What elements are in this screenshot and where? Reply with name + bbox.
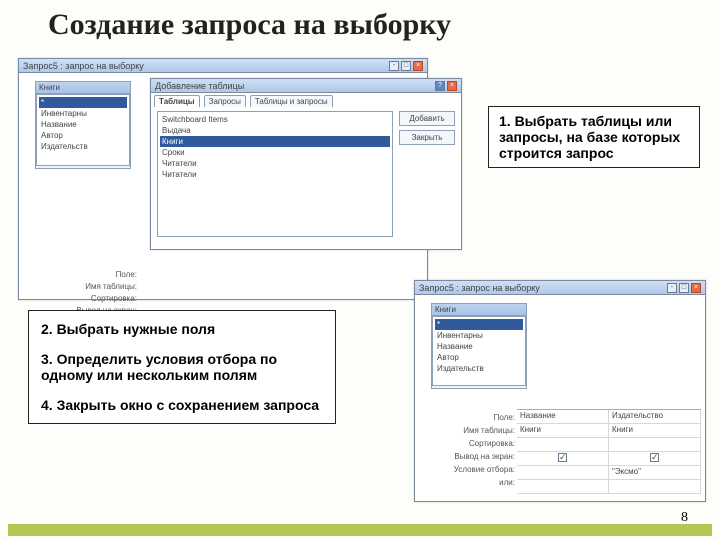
callout-steps-box: 2. Выбрать нужные поля 3. Определить усл… (28, 310, 336, 424)
bg-table-panel-title: Книги (36, 82, 130, 94)
minimize-icon[interactable]: ‐ (667, 283, 677, 293)
list-item[interactable]: Инвентарны (39, 108, 127, 119)
bg-window-title: Запрос5 : запрос на выборку (23, 61, 144, 71)
grid-cell[interactable] (517, 480, 609, 493)
grid-row-show[interactable] (517, 452, 701, 466)
fg-table-panel: Книги * Инвентарны Название Автор Издате… (431, 303, 527, 389)
grid-cell[interactable]: Издательство (609, 410, 701, 423)
query-window-foreground: Запрос5 : запрос на выборку ‐ □ × Книги … (414, 280, 706, 502)
dialog-list[interactable]: Switchboard Items Выдача Книги Сроки Чит… (157, 111, 393, 237)
list-item[interactable]: Издательств (435, 363, 523, 374)
add-button[interactable]: Добавить (399, 111, 455, 126)
callout-step3: 3. Определить условия отбора по одному и… (41, 351, 323, 383)
list-item[interactable]: Инвентарны (435, 330, 523, 341)
slide-title: Создание запроса на выборку (48, 8, 451, 42)
grid-cell[interactable]: Книги (609, 424, 701, 437)
close-icon[interactable]: × (413, 61, 423, 71)
grid-row-field[interactable]: Название Издательство (517, 410, 701, 424)
list-item[interactable]: Сроки (160, 147, 390, 158)
list-item[interactable]: * (435, 319, 523, 330)
grid-cell[interactable] (609, 452, 701, 465)
dialog-title: Добавление таблицы (155, 81, 244, 91)
maximize-icon[interactable]: □ (679, 283, 689, 293)
fg-window-title: Запрос5 : запрос на выборку (419, 283, 540, 293)
list-item[interactable]: Название (39, 119, 127, 130)
grid-row-criteria[interactable]: "Эксмо" (517, 466, 701, 480)
close-icon[interactable]: × (447, 81, 457, 91)
checkbox-icon[interactable] (650, 453, 659, 462)
maximize-icon[interactable]: □ (401, 61, 411, 71)
fg-table-panel-title: Книги (432, 304, 526, 316)
tab-queries[interactable]: Запросы (204, 95, 246, 107)
list-item[interactable]: Автор (39, 130, 127, 141)
callout-step4: 4. Закрыть окно с сохранением запроса (41, 397, 323, 413)
grid-cell[interactable] (517, 452, 609, 465)
list-item[interactable]: Автор (435, 352, 523, 363)
fg-design-grid[interactable]: Название Издательство Книги Книги "Эксмо… (517, 409, 701, 494)
grid-row-table[interactable]: Книги Книги (517, 424, 701, 438)
fg-fields-list[interactable]: * Инвентарны Название Автор Издательств (432, 316, 526, 386)
minimize-icon[interactable]: ‐ (389, 61, 399, 71)
checkbox-icon[interactable] (558, 453, 567, 462)
grid-cell[interactable]: Книги (517, 424, 609, 437)
dialog-titlebar: Добавление таблицы ? × (151, 79, 461, 93)
tab-tables[interactable]: Таблицы (154, 95, 200, 107)
list-item[interactable]: Издательств (39, 141, 127, 152)
grid-cell[interactable] (609, 438, 701, 451)
grid-cell[interactable]: Название (517, 410, 609, 423)
tab-both[interactable]: Таблицы и запросы (250, 95, 333, 107)
close-button[interactable]: Закрыть (399, 130, 455, 145)
grid-row-sort[interactable] (517, 438, 701, 452)
add-table-dialog: Добавление таблицы ? × Таблицы Запросы Т… (150, 78, 462, 250)
list-item[interactable]: Читатели (160, 169, 390, 180)
list-item[interactable]: Switchboard Items (160, 114, 390, 125)
accent-strip-right (60, 524, 712, 536)
bg-window-titlebar: Запрос5 : запрос на выборку ‐ □ × (19, 59, 427, 73)
page-number: 8 (681, 510, 688, 526)
fg-window-titlebar: Запрос5 : запрос на выборку ‐ □ × (415, 281, 705, 295)
help-icon[interactable]: ? (435, 81, 445, 91)
close-icon[interactable]: × (691, 283, 701, 293)
dialog-tabs: Таблицы Запросы Таблицы и запросы (151, 93, 461, 107)
bg-table-panel: Книги * Инвентарны Название Автор Издате… (35, 81, 131, 169)
list-item[interactable]: * (39, 97, 127, 108)
list-item[interactable]: Читатели (160, 158, 390, 169)
grid-cell[interactable] (517, 438, 609, 451)
accent-strip-left (8, 524, 60, 536)
callout-step1: 1. Выбрать таблицы или запросы, на базе … (488, 106, 700, 168)
bg-fields-list[interactable]: * Инвентарны Название Автор Издательств (36, 94, 130, 166)
grid-cell[interactable] (609, 480, 701, 493)
list-item[interactable]: Выдача (160, 125, 390, 136)
grid-row-or[interactable] (517, 480, 701, 494)
grid-cell[interactable]: "Эксмо" (609, 466, 701, 479)
list-item[interactable]: Книги (160, 136, 390, 147)
callout-step2: 2. Выбрать нужные поля (41, 321, 323, 337)
fg-grid-labels: Поле: Имя таблицы: Сортировка: Вывод на … (415, 411, 515, 489)
grid-cell[interactable] (517, 466, 609, 479)
list-item[interactable]: Название (435, 341, 523, 352)
